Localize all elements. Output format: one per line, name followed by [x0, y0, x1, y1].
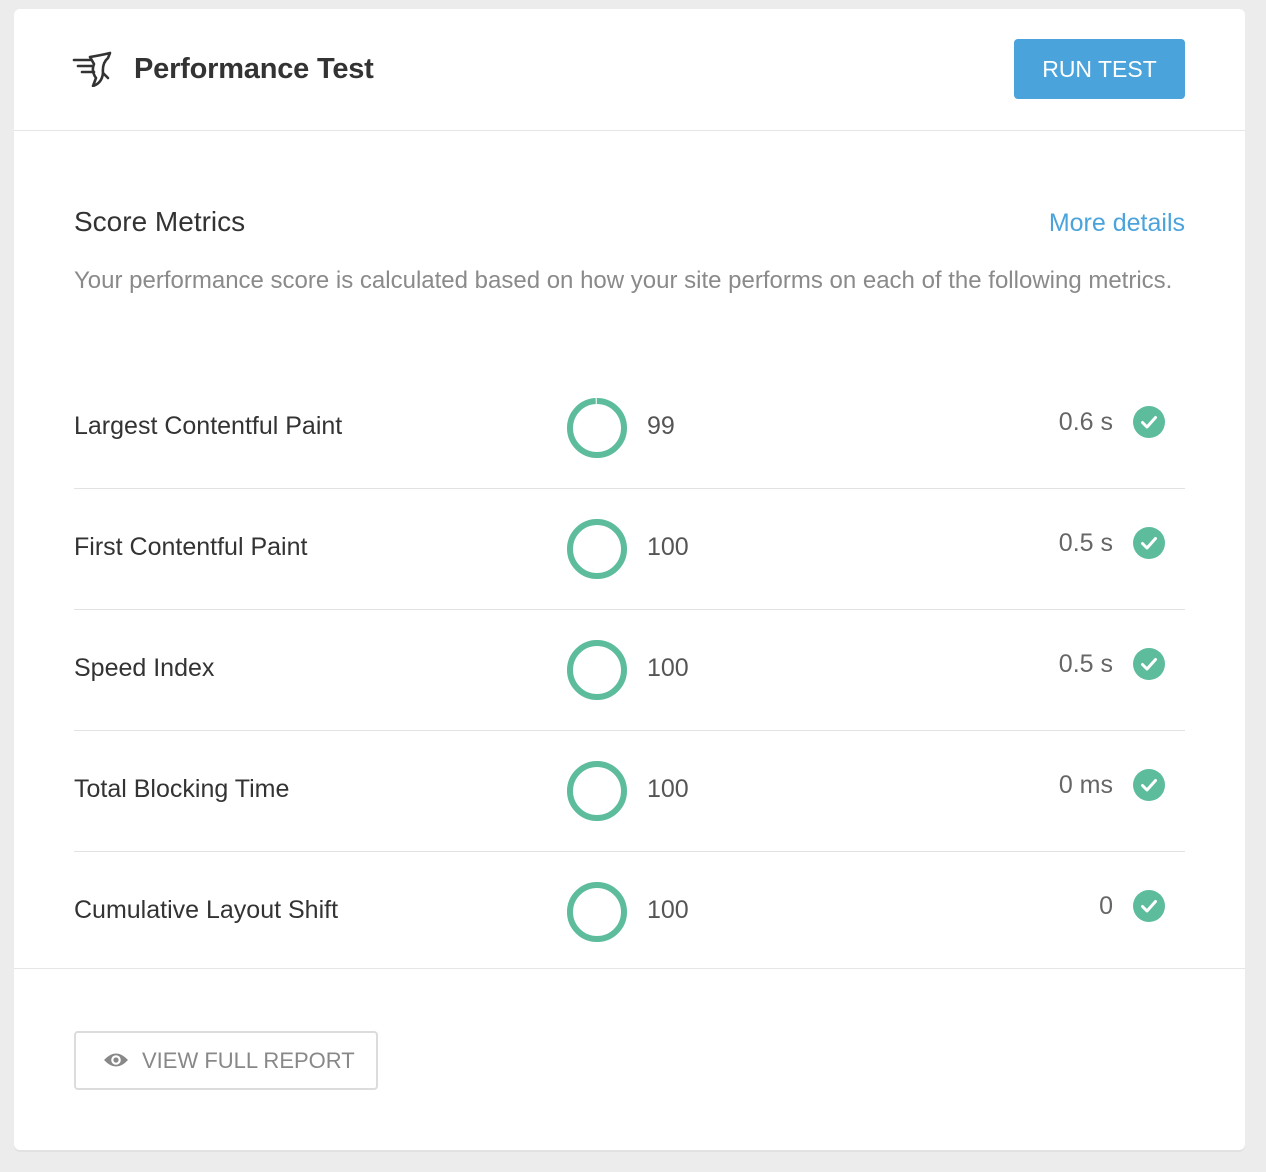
metric-name: Largest Contentful Paint: [74, 412, 343, 440]
metric-name: Total Blocking Time: [74, 775, 290, 803]
score-metrics-description: Your performance score is calculated bas…: [74, 267, 1173, 294]
view-full-report-label: VIEW FULL REPORT: [142, 1048, 355, 1073]
more-details-link[interactable]: More details: [1049, 204, 1185, 242]
metric-score: 100: [647, 654, 689, 682]
page-title: Performance Test: [134, 53, 374, 85]
metric-name: Cumulative Layout Shift: [74, 896, 339, 924]
run-test-button[interactable]: RUN TEST: [1014, 39, 1185, 99]
check-icon: [1133, 769, 1165, 801]
score-ring-icon: [567, 640, 627, 700]
score-ring-icon: [567, 519, 627, 579]
metric-row-largest-contentful-paint: Largest Contentful Paint 99 0.6 s: [74, 368, 1185, 489]
eye-icon: [104, 1053, 128, 1067]
metric-score: 100: [647, 533, 689, 561]
card-header: Performance Test RUN TEST: [14, 9, 1245, 131]
score-ring-icon: [567, 398, 627, 458]
check-icon: [1133, 648, 1165, 680]
score-ring-icon: [567, 761, 627, 821]
hummingbird-icon: [72, 51, 112, 87]
score-ring-icon: [567, 882, 627, 942]
metric-value: 0.6 s: [1058, 408, 1113, 436]
metric-value: 0.5 s: [1058, 529, 1113, 557]
metric-name: First Contentful Paint: [74, 533, 308, 561]
metric-value: 0: [1099, 892, 1113, 920]
check-icon: [1133, 890, 1165, 922]
metric-score: 99: [647, 412, 675, 440]
footer-divider: [14, 968, 1245, 969]
metric-row-total-blocking-time: Total Blocking Time 100 0 ms: [74, 731, 1185, 852]
metric-value: 0.5 s: [1058, 650, 1113, 678]
metric-score: 100: [647, 896, 689, 924]
check-icon: [1133, 527, 1165, 559]
metrics-list: Largest Contentful Paint 99 0.6 s First …: [74, 368, 1185, 972]
metric-row-speed-index: Speed Index 100 0.5 s: [74, 610, 1185, 731]
score-metrics-title: Score Metrics: [74, 206, 246, 237]
metric-row-first-contentful-paint: First Contentful Paint 100 0.5 s: [74, 489, 1185, 610]
view-full-report-button[interactable]: VIEW FULL REPORT: [74, 1031, 378, 1090]
check-icon: [1133, 406, 1165, 438]
metric-name: Speed Index: [74, 654, 215, 682]
metric-row-cumulative-layout-shift: Cumulative Layout Shift 100 0: [74, 852, 1185, 972]
metric-score: 100: [647, 775, 689, 803]
performance-test-card: Performance Test RUN TEST Score Metrics …: [14, 9, 1245, 1150]
metric-value: 0 ms: [1058, 771, 1113, 799]
